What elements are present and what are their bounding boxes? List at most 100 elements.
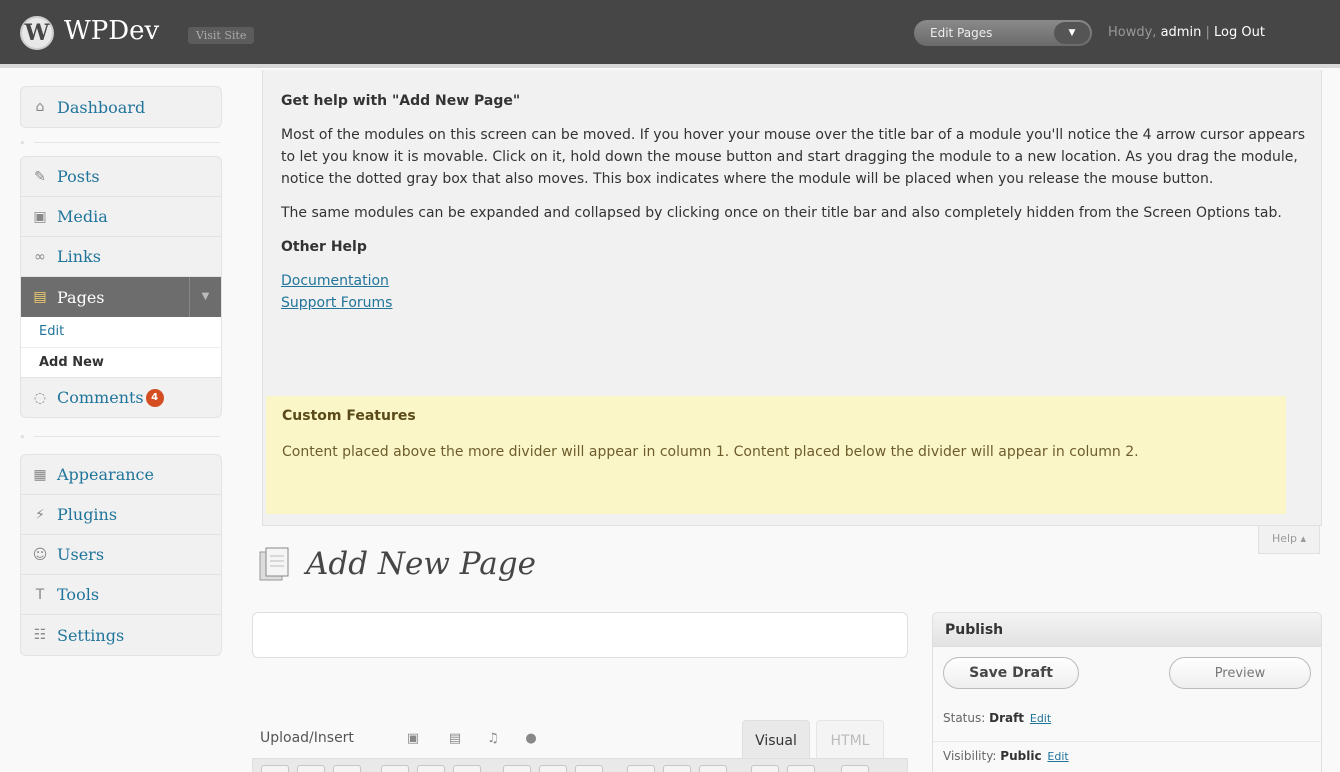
help-tab-toggle[interactable]: Help ▴ <box>1258 526 1320 554</box>
sidebar-item-media[interactable]: ▣ Media <box>21 197 221 237</box>
favorite-actions-dropdown[interactable]: Edit Pages ▼ <box>914 20 1092 46</box>
custom-features-heading: Custom Features <box>282 408 416 424</box>
site-title[interactable]: WPDev <box>64 16 159 46</box>
tools-icon: T <box>35 586 45 603</box>
pages-submenu: Edit Add New <box>21 317 221 377</box>
sidebar-item-label: Settings <box>57 625 125 645</box>
sidebar-item-label: Comments <box>57 388 144 407</box>
pushpin-icon: ✎ <box>34 168 46 185</box>
users-icon: ☺ <box>32 546 48 563</box>
page-title-input[interactable] <box>252 612 908 658</box>
admin-header: W WPDev Visit Site Edit Pages ▼ Howdy, a… <box>0 0 1340 68</box>
help-heading: Get help with "Add New Page" <box>281 93 521 109</box>
add-media-icon[interactable]: ● <box>522 730 540 748</box>
visit-site-button[interactable]: Visit Site <box>188 27 255 44</box>
sidebar-item-label: Media <box>57 207 108 226</box>
upload-insert-label: Upload/Insert <box>260 730 354 746</box>
sidebar-item-label: Links <box>57 247 101 266</box>
submenu-item-edit[interactable]: Edit <box>21 317 221 347</box>
settings-icon: ☷ <box>33 627 47 643</box>
chevron-down-icon[interactable]: ▼ <box>189 277 221 317</box>
status-label: Status: <box>943 711 986 725</box>
documentation-link[interactable]: Documentation <box>281 270 1311 292</box>
custom-features-text: Content placed above the more divider wi… <box>282 444 1139 460</box>
home-icon: ⌂ <box>35 99 45 115</box>
sidebar-item-links[interactable]: ∞ Links <box>21 237 221 277</box>
pages-icon: ▤ <box>33 289 47 305</box>
add-video-icon[interactable]: ▤ <box>446 730 464 748</box>
media-icon: ▣ <box>33 208 47 225</box>
sidebar-group-content: ✎ Posts ▣ Media ∞ Links ▤ Pages ▼ Edit A… <box>20 156 222 418</box>
align-center-button[interactable] <box>539 765 567 772</box>
sidebar-item-label: Plugins <box>57 505 118 524</box>
plug-icon: ⚡ <box>35 506 45 523</box>
comments-count-badge: 4 <box>145 388 164 407</box>
sidebar-item-comments[interactable]: ◌ Comments 4 <box>21 377 221 417</box>
menu-separator: « <box>20 432 220 441</box>
username-link[interactable]: admin <box>1161 25 1202 40</box>
bold-button[interactable] <box>261 765 289 772</box>
tab-html[interactable]: HTML <box>816 720 884 760</box>
insert-link-button[interactable] <box>627 765 655 772</box>
sidebar-item-settings[interactable]: ☷ Settings <box>21 615 221 655</box>
add-image-icon[interactable]: ▣ <box>404 730 422 748</box>
visibility-edit-link[interactable]: Edit <box>1047 750 1068 763</box>
sidebar-item-label: Users <box>57 545 105 564</box>
sidebar-item-dashboard[interactable]: ⌂ Dashboard <box>21 87 221 127</box>
custom-features-box: Custom Features Content placed above the… <box>266 396 1286 514</box>
strikethrough-button[interactable] <box>333 765 361 772</box>
menu-separator: « <box>20 138 220 147</box>
spellcheck-button[interactable] <box>751 765 779 772</box>
page-title: Add New Page <box>306 546 536 582</box>
sidebar-item-tools[interactable]: T Tools <box>21 575 221 615</box>
sidebar-item-label: Tools <box>57 585 100 604</box>
blockquote-button[interactable] <box>453 765 481 772</box>
tab-visual[interactable]: Visual <box>742 720 810 760</box>
publish-box: Publish Save Draft Preview Status: Draft… <box>932 612 1322 772</box>
sidebar-item-posts[interactable]: ✎ Posts <box>21 157 221 197</box>
unlink-button[interactable] <box>663 765 691 772</box>
sidebar-item-pages[interactable]: ▤ Pages ▼ <box>21 277 221 317</box>
sidebar-group-settings: ▦ Appearance ⚡ Plugins ☺ Users T Tools ☷… <box>20 454 222 656</box>
support-forums-link[interactable]: Support Forums <box>281 292 1311 314</box>
help-content: Get help with "Add New Page" Most of the… <box>281 90 1311 314</box>
sidebar-item-label: Pages <box>57 287 105 307</box>
comment-bubble-icon: ◌ <box>33 389 47 406</box>
appearance-icon: ▦ <box>33 466 47 483</box>
greeting-separator: | <box>1205 25 1210 40</box>
insert-more-button[interactable] <box>699 765 727 772</box>
sidebar-group-dashboard: ⌂ Dashboard <box>20 86 222 128</box>
visibility-label: Visibility: <box>943 749 997 763</box>
publish-box-heading[interactable]: Publish <box>933 613 1321 647</box>
fullscreen-button[interactable] <box>787 765 815 772</box>
page-icon <box>259 547 289 581</box>
numbered-list-button[interactable] <box>417 765 445 772</box>
bullet-list-button[interactable] <box>381 765 409 772</box>
sidebar-item-appearance[interactable]: ▦ Appearance <box>21 455 221 495</box>
save-draft-button[interactable]: Save Draft <box>943 657 1079 689</box>
editor-toolbar <box>252 758 908 772</box>
preview-button[interactable]: Preview <box>1169 657 1311 689</box>
align-left-button[interactable] <box>503 765 531 772</box>
logout-link[interactable]: Log Out <box>1214 25 1265 40</box>
other-help-heading: Other Help <box>281 239 367 255</box>
status-value: Draft <box>989 711 1025 725</box>
status-edit-link[interactable]: Edit <box>1030 712 1051 725</box>
favorite-actions-label[interactable]: Edit Pages <box>930 26 992 40</box>
italic-button[interactable] <box>297 765 325 772</box>
align-right-button[interactable] <box>575 765 603 772</box>
link-icon: ∞ <box>34 248 46 265</box>
submenu-item-add-new[interactable]: Add New <box>21 347 221 377</box>
divider <box>933 741 1321 742</box>
sidebar-item-label: Dashboard <box>57 97 146 117</box>
kitchen-sink-button[interactable] <box>841 765 869 772</box>
sidebar-item-plugins[interactable]: ⚡ Plugins <box>21 495 221 535</box>
sidebar-item-label: Posts <box>57 167 100 186</box>
add-audio-icon[interactable]: ♫ <box>484 730 502 748</box>
chevron-down-icon[interactable]: ▼ <box>1054 22 1090 44</box>
sidebar-item-users[interactable]: ☺ Users <box>21 535 221 575</box>
wordpress-logo-icon[interactable]: W <box>20 16 54 50</box>
howdy-prefix: Howdy, <box>1108 25 1157 40</box>
user-greeting: Howdy, admin | Log Out <box>1108 25 1265 40</box>
visibility-row: Visibility: Public Edit <box>943 749 1069 763</box>
